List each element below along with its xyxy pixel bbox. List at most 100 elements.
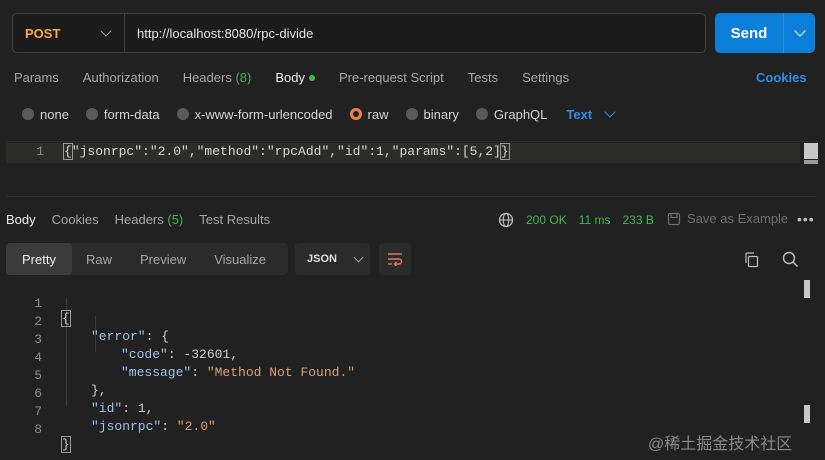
send-options-button[interactable] — [784, 25, 815, 37]
request-body-content: "jsonrpc":"2.0","method":"rpcAdd","id":1… — [71, 144, 501, 159]
json-key: "message" — [121, 365, 192, 380]
radio-icon — [22, 108, 34, 120]
code-text: } — [61, 436, 71, 453]
radio-selected-icon — [349, 108, 362, 120]
editor-scrollbar-track[interactable] — [804, 160, 818, 164]
json-string: "2.0" — [176, 419, 216, 434]
json-punct: : — [122, 401, 138, 416]
radio-raw[interactable]: raw — [349, 106, 389, 122]
response-time[interactable]: 11 ms — [579, 213, 611, 227]
code-text: "code": -32601, — [121, 347, 238, 362]
view-visualize[interactable]: Visualize — [200, 243, 280, 275]
json-key: "code" — [121, 347, 168, 362]
active-dot-icon — [308, 74, 315, 81]
code-line: 3 "code": -32601, — [0, 317, 238, 362]
code-line: 1 { — [0, 281, 71, 327]
tab-pre-request-script[interactable]: Pre-request Script — [339, 70, 444, 88]
response-size[interactable]: 233 B — [623, 213, 654, 227]
body-format-label: Text — [566, 106, 593, 122]
editor-scrollbar-thumb[interactable] — [804, 143, 818, 159]
save-as-example-label: Save as Example — [687, 211, 789, 226]
globe-icon[interactable] — [498, 212, 514, 228]
radio-icon — [475, 108, 488, 120]
response-tab-headers[interactable]: Headers (5) — [115, 212, 184, 230]
radio-binary[interactable]: binary — [405, 106, 459, 122]
code-text: "error": { — [91, 329, 169, 344]
response-scrollbar-bottom[interactable] — [804, 405, 810, 423]
status-code[interactable]: 200 OK — [526, 213, 567, 227]
chevron-down-icon — [100, 25, 112, 37]
radio-label: binary — [423, 106, 459, 122]
json-punct: , — [145, 401, 154, 416]
radio-icon — [85, 108, 98, 120]
close-brace: } — [499, 143, 510, 160]
cookies-link[interactable]: Cookies — [756, 70, 807, 85]
response-format-label: JSON — [307, 253, 337, 265]
response-status: 200 OK 11 ms 233 B — [526, 213, 666, 227]
send-button[interactable]: Send — [715, 25, 783, 42]
method-select[interactable]: POST — [13, 14, 125, 52]
tab-tests[interactable]: Tests — [468, 70, 498, 88]
request-body-code[interactable]: {"jsonrpc":"2.0","method":"rpcAdd","id":… — [63, 143, 510, 160]
url-bar: POST — [12, 13, 706, 53]
radio-label: GraphQL — [493, 106, 548, 122]
response-tab-test-results[interactable]: Test Results — [199, 212, 270, 230]
radio-label: x-www-form-urlencoded — [194, 106, 333, 122]
radio-label: form-data — [103, 106, 160, 122]
response-scrollbar-top[interactable] — [804, 280, 810, 298]
more-options-icon[interactable]: ••• — [797, 211, 815, 227]
view-preview[interactable]: Preview — [126, 243, 200, 275]
code-line: 7 "jsonrpc": "2.0" — [0, 389, 216, 434]
code-text: { — [61, 310, 71, 327]
body-format-select[interactable]: Text — [566, 106, 616, 122]
view-mode-group: Pretty Raw Preview Visualize — [6, 243, 288, 275]
chevron-down-icon — [353, 252, 364, 262]
tab-headers-label: Headers — [182, 70, 232, 85]
line-number: 8 — [34, 422, 42, 437]
tab-params[interactable]: Params — [14, 70, 59, 88]
response-body-viewer[interactable]: 1 { 2 "error": { 3 "code": -32601, 4 "me… — [0, 280, 825, 453]
tab-body-label: Body — [275, 70, 305, 85]
radio-none[interactable]: none — [22, 107, 69, 122]
code-line: 6 "id": 1, — [0, 371, 153, 416]
search-icon[interactable] — [782, 251, 799, 268]
open-brace: { — [63, 143, 73, 160]
request-body-editor[interactable]: 1 {"jsonrpc":"2.0","method":"rpcAdd","id… — [6, 141, 818, 197]
view-raw[interactable]: Raw — [72, 243, 126, 275]
code-text: "id": 1, — [91, 401, 153, 416]
json-key: "id" — [91, 401, 123, 416]
tab-authorization[interactable]: Authorization — [83, 70, 159, 88]
json-punct: , — [230, 347, 239, 362]
code-line: 5 }, — [0, 353, 106, 398]
code-line: 8 } — [0, 407, 71, 453]
view-pretty[interactable]: Pretty — [6, 243, 72, 275]
method-label: POST — [25, 25, 61, 41]
save-as-example-button[interactable]: Save as Example — [667, 211, 788, 226]
json-punct: : — [161, 419, 177, 434]
radio-label: none — [40, 106, 69, 122]
json-punct: : { — [145, 329, 170, 344]
tab-body[interactable]: Body — [275, 70, 315, 88]
radio-form-data[interactable]: form-data — [85, 106, 160, 122]
response-tab-cookies[interactable]: Cookies — [52, 212, 99, 230]
chevron-down-icon — [604, 106, 616, 118]
radio-label: raw — [367, 106, 389, 122]
copy-icon[interactable] — [744, 252, 759, 268]
response-format-select[interactable]: JSON — [295, 243, 370, 275]
radio-graphql[interactable]: GraphQL — [475, 106, 548, 122]
tab-settings[interactable]: Settings — [522, 70, 569, 88]
code-text: "jsonrpc": "2.0" — [91, 419, 216, 434]
radio-urlencoded[interactable]: x-www-form-urlencoded — [176, 106, 333, 122]
tab-headers-count: (8) — [235, 70, 252, 85]
response-tabs: Body Cookies Headers (5) Test Results — [6, 212, 286, 230]
wrap-lines-button[interactable] — [379, 243, 411, 275]
url-input[interactable] — [125, 25, 705, 41]
response-tab-body[interactable]: Body — [6, 212, 36, 230]
code-line: 4 "message": "Method Not Found." — [0, 335, 355, 380]
tab-headers[interactable]: Headers (8) — [183, 70, 252, 88]
json-string: "Method Not Found." — [206, 365, 356, 380]
json-key: "error" — [91, 329, 146, 344]
json-key: "jsonrpc" — [91, 419, 162, 434]
send-button-group: Send — [715, 13, 815, 53]
json-number: 1 — [137, 401, 146, 416]
